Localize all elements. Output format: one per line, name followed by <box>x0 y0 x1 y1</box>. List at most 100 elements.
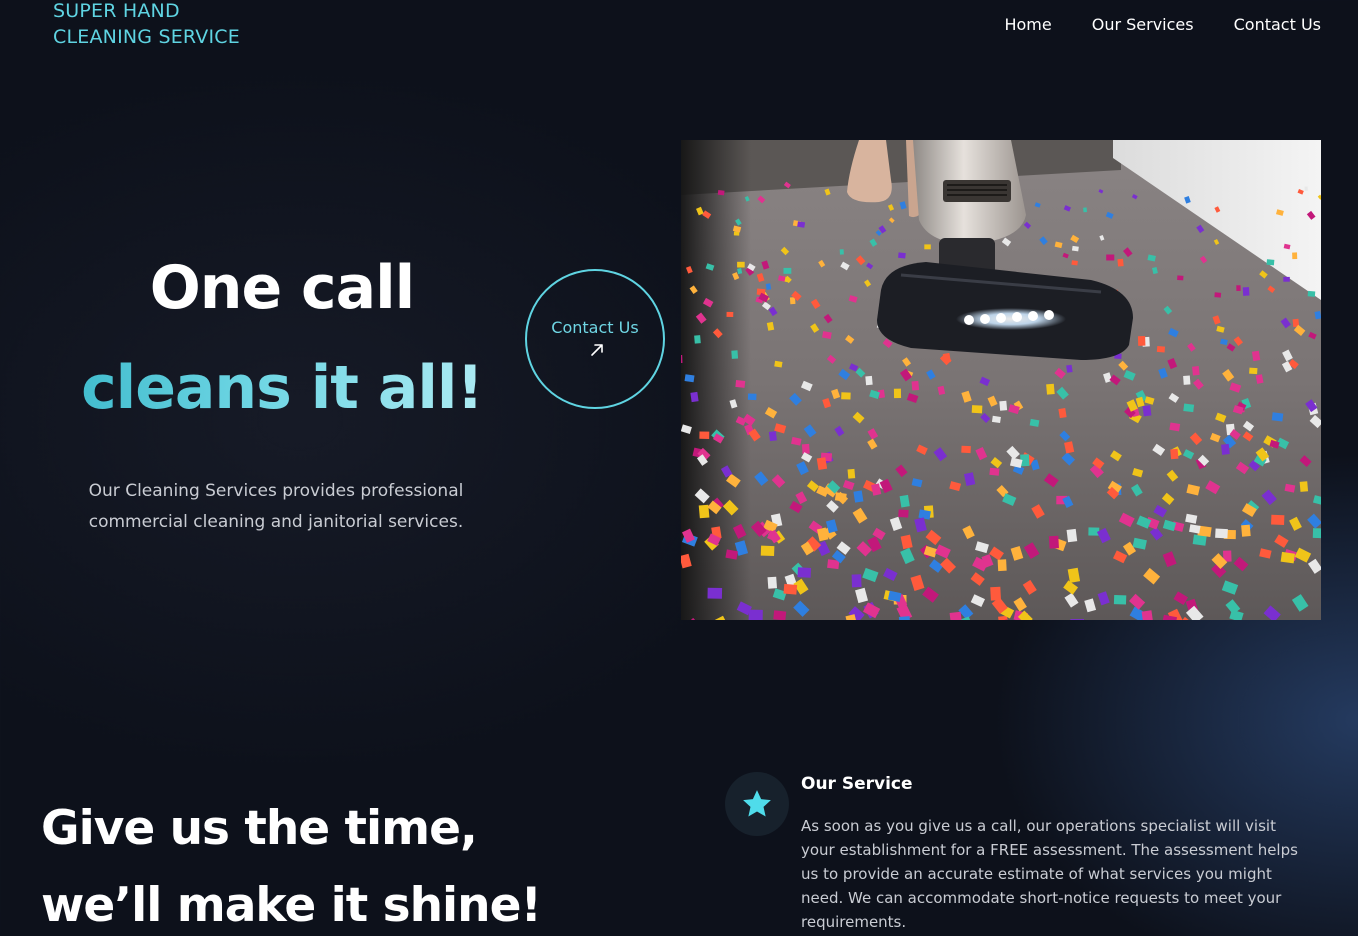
confetti-piece <box>774 360 783 368</box>
confetti-piece <box>694 335 701 344</box>
confetti-piece <box>851 574 862 588</box>
confetti-piece <box>1137 336 1146 346</box>
confetti-piece <box>949 611 963 620</box>
confetti-piece <box>898 509 909 518</box>
confetti-piece <box>991 415 1001 423</box>
nav-link-home[interactable]: Home <box>1004 14 1051 36</box>
service-description: As soon as you give us a call, our opera… <box>801 817 1298 931</box>
service-title: Our Service <box>801 774 913 794</box>
confetti-piece <box>768 431 777 442</box>
confetti-piece <box>707 587 723 599</box>
arrow-up-right-icon <box>590 344 603 356</box>
confetti-piece <box>893 388 902 399</box>
confetti-piece <box>834 492 847 502</box>
hero-image <box>681 140 1321 620</box>
confetti-piece <box>1142 405 1152 417</box>
confetti-piece <box>1183 403 1195 413</box>
confetti-piece <box>773 610 787 620</box>
confetti-piece <box>726 311 734 318</box>
confetti-piece <box>898 252 906 259</box>
confetti-piece <box>1271 412 1284 422</box>
confetti-piece <box>797 567 812 578</box>
confetti-piece <box>1299 481 1309 492</box>
confetti-piece <box>971 405 983 414</box>
confetti-piece <box>1169 422 1181 432</box>
confetti-piece <box>816 457 828 471</box>
confetti-piece <box>731 350 739 359</box>
brand-line-1: SUPER HAND <box>53 0 180 22</box>
confetti-piece <box>1083 207 1088 213</box>
tagline: Give us the time, we’ll make it shine! <box>41 790 542 936</box>
contact-us-label: Contact Us <box>551 318 639 337</box>
confetti-piece <box>1046 383 1055 395</box>
confetti-piece <box>760 545 775 557</box>
confetti-piece <box>841 392 851 400</box>
confetti-piece <box>1071 245 1079 252</box>
confetti-piece <box>783 267 792 274</box>
confetti-piece <box>1292 252 1298 260</box>
confetti-piece <box>924 244 931 250</box>
confetti-piece <box>1048 535 1059 549</box>
star-icon <box>743 790 771 817</box>
confetti-piece <box>797 221 806 228</box>
confetti-piece <box>899 494 910 508</box>
confetti-piece <box>839 249 844 255</box>
contact-us-label-wrap: Contact Us <box>545 316 645 362</box>
confetti-piece <box>853 490 864 503</box>
confetti-piece <box>911 380 920 391</box>
confetti-piece <box>1251 350 1261 362</box>
confetti-piece <box>801 443 810 454</box>
confetti-piece <box>767 576 778 589</box>
confetti-piece <box>1066 364 1073 373</box>
confetti-piece <box>1170 448 1179 460</box>
confetti-piece <box>1280 551 1295 564</box>
confetti-piece <box>717 190 725 196</box>
confetti-piece <box>1241 524 1251 537</box>
confetti-piece <box>1214 292 1222 298</box>
confetti-piece <box>1141 610 1154 620</box>
brand-logo[interactable]: SUPER HAND CLEANING SERVICE <box>53 0 240 50</box>
confetti-piece <box>1283 276 1290 282</box>
brand-line-2: CLEANING SERVICE <box>53 26 240 48</box>
tagline-line-2: we’ll make it shine! <box>41 878 542 933</box>
confetti-piece <box>1106 254 1115 261</box>
confetti-piece <box>847 468 856 479</box>
confetti-piece <box>865 375 873 386</box>
confetti-piece <box>989 467 1000 476</box>
confetti-piece <box>1070 619 1084 620</box>
confetti-piece <box>1066 528 1078 543</box>
contact-us-button[interactable]: Contact Us <box>525 269 665 409</box>
confetti-piece <box>684 374 695 383</box>
confetti-piece <box>1071 260 1078 266</box>
confetti-piece <box>699 431 710 439</box>
confetti-piece <box>1215 528 1228 539</box>
confetti-piece <box>1221 443 1230 455</box>
confetti-piece <box>690 391 699 403</box>
confetti-piece <box>1242 287 1250 296</box>
hero-description: Our Cleaning Services provides professio… <box>88 481 464 532</box>
confetti-piece <box>1312 528 1321 539</box>
confetti-piece <box>1304 186 1308 191</box>
confetti-piece <box>765 283 772 290</box>
vacuum-carpet-confetti-photo <box>681 140 1321 620</box>
confetti-piece <box>997 559 1007 572</box>
nav-link-contact-us[interactable]: Contact Us <box>1234 14 1321 36</box>
confetti-piece <box>1271 514 1285 525</box>
confetti-piece <box>783 583 798 595</box>
hero-headline-line-2: cleans it all! <box>40 350 524 426</box>
confetti-piece <box>961 445 971 454</box>
confetti-piece <box>1236 285 1241 291</box>
confetti-piece <box>1249 367 1258 375</box>
confetti-piece <box>735 380 746 388</box>
confetti-piece <box>1156 346 1166 353</box>
tagline-line-1: Give us the time, <box>41 801 478 856</box>
service-icon-badge <box>725 772 789 836</box>
confetti-piece <box>1058 408 1067 419</box>
confetti-piece <box>748 609 763 620</box>
confetti-piece <box>1117 258 1124 267</box>
confetti-piece <box>1088 527 1100 536</box>
confetti-piece <box>1266 259 1275 266</box>
confetti-piece <box>1192 366 1200 376</box>
main-nav: Home Our Services Contact Us <box>1004 14 1321 36</box>
nav-link-our-services[interactable]: Our Services <box>1092 14 1194 36</box>
